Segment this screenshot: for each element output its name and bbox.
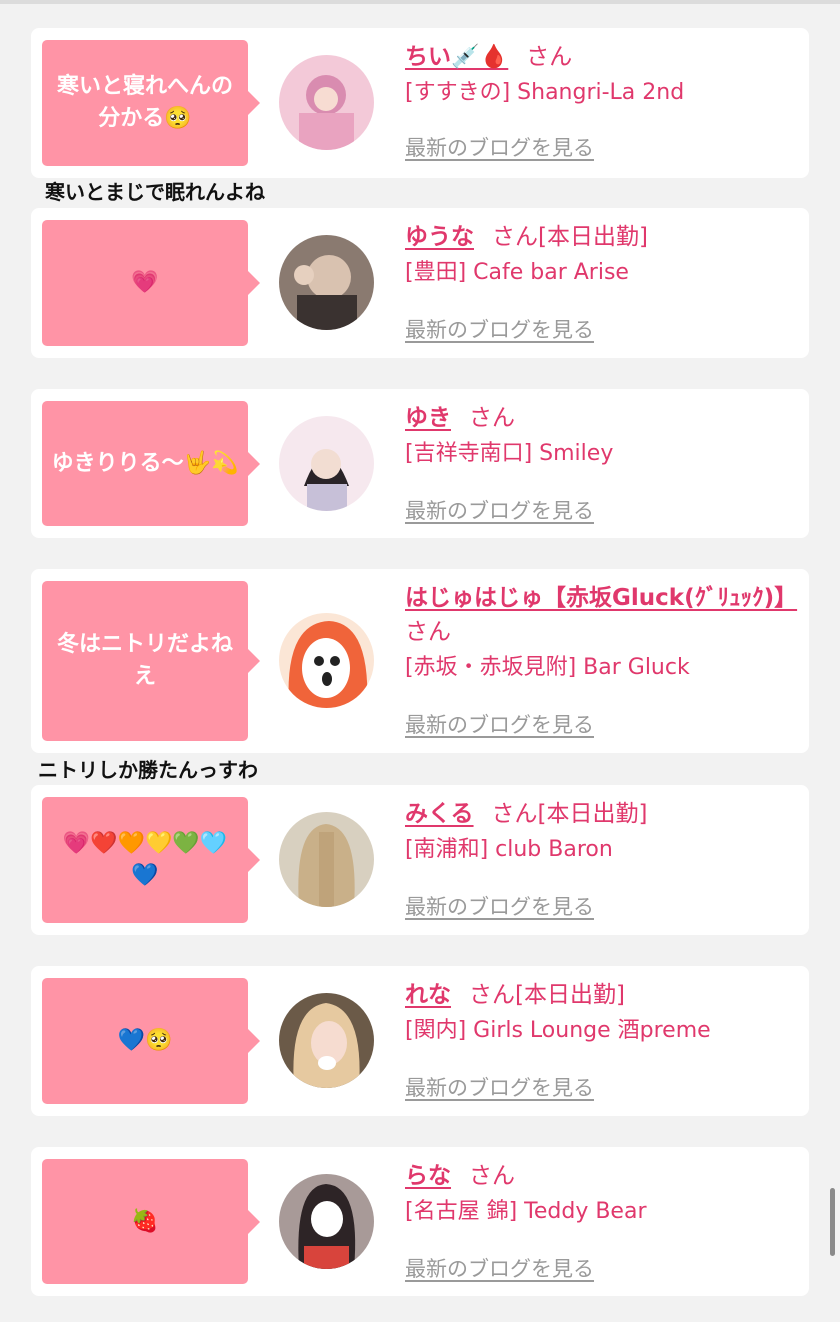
blog-card[interactable]: 冬はニトリだよねえ はじゅはじゅ【赤坂Gluck(ｸﾞﾘｭｯｸ)】さん [赤坂・… [31, 569, 809, 753]
honorific: さん [469, 982, 515, 1008]
latest-blog-link[interactable]: 最新のブログを見る [405, 132, 594, 162]
top-divider [0, 0, 840, 4]
avatar[interactable] [279, 235, 374, 330]
cast-name-link[interactable]: れな [405, 982, 451, 1008]
honorific: さん [469, 1163, 515, 1189]
cast-name-link[interactable]: ゆき [405, 405, 451, 431]
latest-blog-link[interactable]: 最新のブログを見る [405, 314, 594, 344]
honorific: さん [526, 44, 573, 70]
avatar[interactable] [279, 55, 374, 150]
latest-blog-link[interactable]: 最新のブログを見る [405, 1253, 594, 1283]
comment-bubble: ゆきりりる〜🤟💫 [42, 401, 260, 526]
honorific: さん [492, 224, 538, 250]
cast-name-link[interactable]: らな [405, 1163, 451, 1189]
blog-card[interactable]: 💗❤️🧡💛💚🩵💙 みくる さん[本日出勤] [南浦和] club Baron 最新… [31, 785, 809, 935]
comment-bubble: 💗❤️🧡💛💚🩵💙 [42, 797, 260, 923]
comment-bubble: 寒いと寝れへんの分かる🥺 [42, 40, 260, 166]
shop-name: [南浦和] club Baron [405, 837, 613, 862]
note-text: ニトリしか勝たんっすわ [38, 758, 258, 782]
cast-name-link[interactable]: ちい💉🩸 [405, 44, 508, 70]
honorific: さん [405, 619, 451, 645]
honorific: さん [491, 801, 538, 827]
avatar[interactable] [279, 993, 374, 1088]
comment-bubble: 💗 [42, 220, 260, 346]
cast-name-link[interactable]: ゆうな [405, 224, 474, 250]
avatar[interactable] [279, 613, 374, 708]
avatar[interactable] [279, 812, 374, 907]
shop-name: [関内] Girls Lounge 酒preme [405, 1018, 711, 1043]
blog-card[interactable]: 💗 ゆうな さん[本日出勤] [豊田] Cafe bar Arise 最新のブログ… [31, 208, 809, 358]
honorific: さん [469, 405, 515, 431]
status-badge: [本日出勤] [515, 982, 625, 1008]
status-badge: [本日出勤] [537, 801, 648, 827]
comment-bubble: 💙🥺 [42, 978, 260, 1104]
shop-name: [名古屋 錦] Teddy Bear [405, 1199, 647, 1224]
latest-blog-link[interactable]: 最新のブログを見る [405, 709, 594, 739]
shop-name: [吉祥寺南口] Smiley [405, 441, 614, 466]
comment-bubble: 🍓 [42, 1159, 260, 1284]
shop-name: [赤坂・赤坂見附] Bar Gluck [405, 655, 690, 680]
blog-card[interactable]: ゆきりりる〜🤟💫 ゆき さん [吉祥寺南口] Smiley 最新のブログを見る [31, 389, 809, 538]
avatar[interactable] [279, 416, 374, 511]
avatar[interactable] [279, 1174, 374, 1269]
shop-name: [豊田] Cafe bar Arise [405, 260, 629, 285]
note-text: 寒いとまじで眠れんよね [45, 180, 265, 204]
shop-name: [すすきの] Shangri-La 2nd [405, 80, 685, 105]
blog-card[interactable]: 寒いと寝れへんの分かる🥺 ちい💉🩸 さん [すすきの] Shangri-La 2n… [31, 28, 809, 178]
blog-card[interactable]: 🍓 らな さん [名古屋 錦] Teddy Bear 最新のブログを見る [31, 1147, 809, 1296]
status-badge: [本日出勤] [538, 224, 648, 250]
latest-blog-link[interactable]: 最新のブログを見る [405, 891, 594, 921]
latest-blog-link[interactable]: 最新のブログを見る [405, 495, 594, 525]
cast-name-link[interactable]: みくる [405, 801, 474, 827]
blog-card[interactable]: 💙🥺 れな さん[本日出勤] [関内] Girls Lounge 酒preme 最… [31, 966, 809, 1116]
cast-name-link[interactable]: はじゅはじゅ【赤坂Gluck(ｸﾞﾘｭｯｸ)】 [405, 585, 797, 611]
vertical-scrollbar[interactable] [830, 1188, 835, 1256]
comment-bubble: 冬はニトリだよねえ [42, 581, 260, 741]
latest-blog-link[interactable]: 最新のブログを見る [405, 1072, 594, 1102]
